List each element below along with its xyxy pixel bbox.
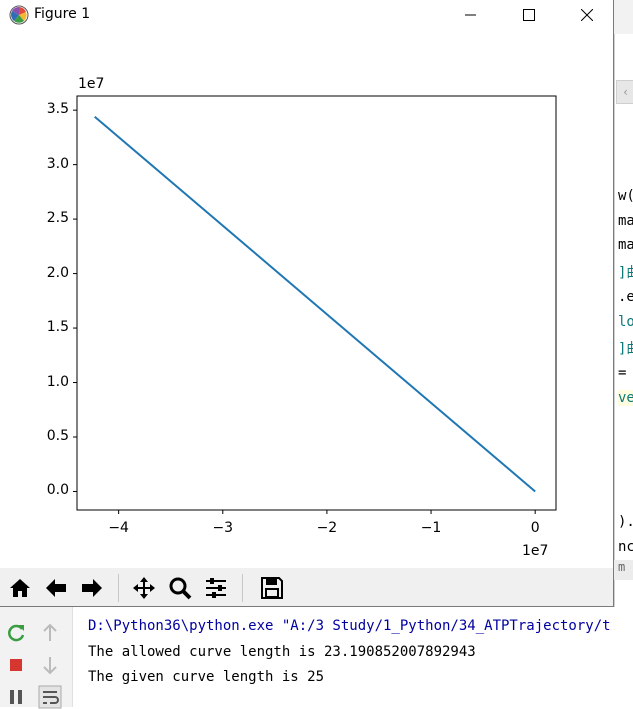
ide-code-fragment: m [618, 560, 626, 574]
y-tick-label: 2.0 [46, 264, 69, 281]
x-tick-label: −4 [108, 520, 129, 536]
ide-collapse-button[interactable]: ‹ [616, 80, 633, 104]
window-title: Figure 1 [34, 6, 91, 22]
scroll-down-icon[interactable] [38, 653, 62, 677]
pan-button[interactable] [128, 572, 160, 604]
maximize-button[interactable] [506, 0, 552, 30]
move-icon [133, 577, 155, 599]
close-icon [581, 9, 593, 21]
ide-code-fragment: .er [618, 289, 633, 305]
sliders-icon [206, 578, 226, 598]
forward-button[interactable] [76, 572, 108, 604]
stop-icon[interactable] [4, 653, 28, 677]
x-offset-text: 1e7 [522, 543, 549, 559]
save-icon [261, 577, 283, 599]
pause-icon[interactable] [4, 685, 28, 709]
x-tick-label: 0 [530, 520, 540, 536]
x-tick-label: −3 [212, 520, 234, 536]
y-tick-label: 1.0 [46, 373, 69, 390]
home-button[interactable] [4, 572, 36, 604]
arrow-right-icon [82, 579, 102, 597]
toolbar-separator [242, 574, 243, 602]
maximize-icon [523, 9, 535, 21]
scroll-up-icon[interactable] [38, 621, 62, 645]
ide-code-fragment: ve [618, 390, 633, 406]
figure-canvas[interactable]: 0.0 0.5 1.0 1.5 2.0 2.5 3.0 3.5 −4 −3 −2 −1 0 1e7 1… [0, 30, 613, 568]
minimize-button[interactable] [448, 0, 494, 30]
ide-code-fragment: ma [618, 213, 633, 229]
y-tick-label: 3.0 [46, 155, 69, 172]
console-output-line: The given curve length is 25 [88, 669, 325, 685]
ide-code-fragment: ).l [618, 514, 633, 530]
ide-code-fragment: w( [618, 188, 633, 204]
arrow-left-icon [46, 579, 66, 597]
navigation-toolbar [0, 568, 613, 606]
matplotlib-app-icon [9, 5, 29, 25]
run-console: D:\Python36\python.exe "A:/3 Study/1_Pyt… [0, 607, 633, 709]
ide-code-fragment: nce [618, 539, 633, 555]
console-output-line: The allowed curve length is 23.190852007… [88, 644, 476, 660]
y-tick-label: 1.5 [46, 319, 69, 336]
y-offset-text: 1e7 [78, 76, 105, 92]
y-tick-label: 2.5 [46, 210, 69, 227]
rerun-icon[interactable] [4, 621, 28, 645]
minimize-icon [465, 14, 476, 16]
save-button[interactable] [256, 572, 288, 604]
console-gutter [0, 607, 73, 709]
back-button[interactable] [40, 572, 72, 604]
configure-subplots-button[interactable] [200, 572, 232, 604]
ide-code-fragment: ma [618, 237, 633, 253]
zoom-button[interactable] [164, 572, 196, 604]
soft-wrap-icon[interactable] [38, 685, 62, 709]
ide-code-fragment: = [618, 365, 627, 381]
close-button[interactable] [564, 0, 610, 30]
y-tick-label: 0.5 [46, 428, 69, 444]
ide-code-fragment: lot [618, 314, 633, 330]
ide-code-fragment: ]曲 [618, 341, 633, 357]
y-tick-label: 0.0 [46, 482, 69, 499]
x-tick-label: −2 [316, 520, 338, 536]
toolbar-separator [118, 574, 119, 602]
title-bar[interactable]: Figure 1 [0, 0, 613, 30]
figure-window: Figure 1 0.0 0.5 1.0 1.5 2.0 2.5 3.0 3.5 −4 −3 −2… [0, 0, 614, 607]
y-tick-label: 3.5 [46, 101, 69, 118]
home-icon [10, 579, 30, 597]
magnifier-icon [169, 577, 192, 600]
console-command-line: D:\Python36\python.exe "A:/3 Study/1_Pyt… [88, 618, 611, 634]
x-tick-label: −1 [420, 520, 442, 536]
ide-code-fragment: ]曲 [618, 265, 633, 281]
plot-svg [73, 95, 557, 514]
